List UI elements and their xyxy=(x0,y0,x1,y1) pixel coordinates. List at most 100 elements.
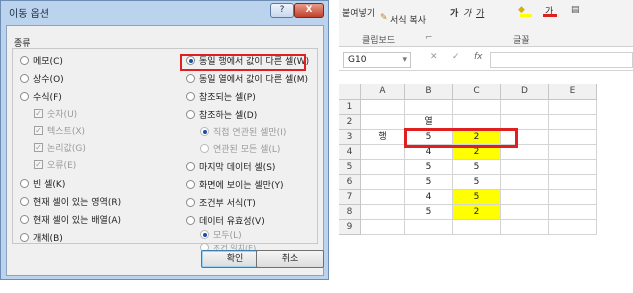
option-objects[interactable]: 개체(B) xyxy=(20,232,63,246)
cell-d1[interactable] xyxy=(501,100,549,115)
option-comments[interactable]: 메모(C) xyxy=(20,55,63,69)
row-header[interactable]: 9 xyxy=(339,220,361,235)
radio-icon xyxy=(20,215,29,224)
cell-c8[interactable]: 2 xyxy=(453,205,501,220)
cell-b1[interactable] xyxy=(405,100,453,115)
cell-a9[interactable] xyxy=(361,220,405,235)
cell-e1[interactable] xyxy=(549,100,597,115)
option-label: 화면에 보이는 셀만(Y) xyxy=(199,181,284,191)
row-header[interactable]: 5 xyxy=(339,160,361,175)
bold-button[interactable]: 가 xyxy=(450,6,458,19)
column-header[interactable]: C xyxy=(453,84,501,100)
select-all-corner[interactable] xyxy=(339,84,361,100)
cancel-button[interactable]: 취소 xyxy=(256,250,324,268)
cell-d7[interactable] xyxy=(501,190,549,205)
option-label: 모두(L) xyxy=(213,231,242,241)
row-header[interactable]: 8 xyxy=(339,205,361,220)
radio-icon xyxy=(186,110,195,119)
cell-c1[interactable] xyxy=(453,100,501,115)
row-header[interactable]: 7 xyxy=(339,190,361,205)
cell-a1[interactable] xyxy=(361,100,405,115)
option-precedents[interactable]: 참조되는 셀(P) xyxy=(186,91,256,105)
option-constants[interactable]: 상수(O) xyxy=(20,73,64,87)
cell-c5[interactable]: 5 xyxy=(453,160,501,175)
cell-c9[interactable] xyxy=(453,220,501,235)
paste-button[interactable]: 붙여넣기 xyxy=(342,6,375,19)
cancel-edit-icon[interactable]: ✕ xyxy=(430,52,438,62)
cell-d9[interactable] xyxy=(501,220,549,235)
cell-e3[interactable] xyxy=(549,130,597,145)
cell-d6[interactable] xyxy=(501,175,549,190)
cell-a7[interactable] xyxy=(361,190,405,205)
radio-icon xyxy=(200,144,209,153)
check-text[interactable]: ✓ 텍스트(X) xyxy=(34,125,85,139)
name-box[interactable]: G10 ▾ xyxy=(343,52,411,68)
cell-d5[interactable] xyxy=(501,160,549,175)
column-header[interactable]: A xyxy=(361,84,405,100)
enter-edit-icon[interactable]: ✓ xyxy=(452,52,460,62)
row-header[interactable]: 3 xyxy=(339,130,361,145)
option-direct-only[interactable]: 직접 연관된 셀만(I) xyxy=(200,126,286,140)
cell-a5[interactable] xyxy=(361,160,405,175)
clipboard-launcher-icon[interactable]: ⌐ xyxy=(425,33,433,43)
cell-e8[interactable] xyxy=(549,205,597,220)
cell-b8[interactable]: 5 xyxy=(405,205,453,220)
column-header[interactable]: B xyxy=(405,84,453,100)
row-header[interactable]: 4 xyxy=(339,145,361,160)
column-header[interactable]: D xyxy=(501,84,549,100)
cell-e6[interactable] xyxy=(549,175,597,190)
option-label: 메모(C) xyxy=(33,57,63,67)
cell-e5[interactable] xyxy=(549,160,597,175)
option-data-validation[interactable]: 데이터 유효성(V) xyxy=(186,215,265,229)
cell-b9[interactable] xyxy=(405,220,453,235)
option-conditional-formats[interactable]: 조건부 서식(T) xyxy=(186,197,256,211)
option-all-levels[interactable]: 연관된 모든 셀(L) xyxy=(200,143,280,157)
cell-a2[interactable] xyxy=(361,115,405,130)
cell-d8[interactable] xyxy=(501,205,549,220)
cell-e2[interactable] xyxy=(549,115,597,130)
formula-input[interactable] xyxy=(490,52,633,68)
format-painter-button[interactable]: 서식 복사 xyxy=(390,13,426,26)
cell-a6[interactable] xyxy=(361,175,405,190)
chevron-down-icon[interactable]: ▾ xyxy=(402,53,407,67)
cell-c6[interactable]: 5 xyxy=(453,175,501,190)
cell-a3[interactable]: 행 xyxy=(361,130,405,145)
option-column-differences[interactable]: 동일 열에서 값이 다른 셀(M) xyxy=(186,73,308,87)
option-all[interactable]: 모두(L) xyxy=(200,229,242,243)
underline-button[interactable]: 가 xyxy=(476,6,484,19)
option-label: 조건부 서식(T) xyxy=(199,199,256,209)
column-header[interactable]: E xyxy=(549,84,597,100)
radio-icon xyxy=(20,197,29,206)
option-current-array[interactable]: 현재 셀이 있는 배열(A) xyxy=(20,214,121,228)
close-button[interactable]: X xyxy=(294,3,324,18)
option-dependents[interactable]: 참조하는 셀(D) xyxy=(186,109,257,123)
italic-button[interactable]: 가 xyxy=(463,6,471,19)
cell-a8[interactable] xyxy=(361,205,405,220)
radio-icon xyxy=(186,92,195,101)
check-errors[interactable]: ✓ 오류(E) xyxy=(34,159,76,173)
help-button[interactable]: ? xyxy=(270,3,294,18)
option-visible-cells[interactable]: 화면에 보이는 셀만(Y) xyxy=(186,179,283,193)
option-formulas[interactable]: 수식(F) xyxy=(20,91,62,105)
option-current-region[interactable]: 현재 셀이 있는 영역(R) xyxy=(20,196,121,210)
cell-a4[interactable] xyxy=(361,145,405,160)
row-header[interactable]: 1 xyxy=(339,100,361,115)
option-blanks[interactable]: 빈 셀(K) xyxy=(20,178,65,192)
cell-b5[interactable]: 5 xyxy=(405,160,453,175)
option-last-cell[interactable]: 마지막 데이터 셀(S) xyxy=(186,161,275,175)
check-logicals[interactable]: ✓ 논리값(G) xyxy=(34,142,86,156)
check-numbers[interactable]: ✓ 숫자(U) xyxy=(34,108,77,122)
cell-e4[interactable] xyxy=(549,145,597,160)
cell-e9[interactable] xyxy=(549,220,597,235)
row-header[interactable]: 2 xyxy=(339,115,361,130)
cell-e7[interactable] xyxy=(549,190,597,205)
cell-b6[interactable]: 5 xyxy=(405,175,453,190)
row-header[interactable]: 6 xyxy=(339,175,361,190)
insert-function-icon[interactable]: fx xyxy=(474,52,483,62)
option-label: 오류(E) xyxy=(47,161,77,171)
annotation-highlight-box xyxy=(404,128,518,148)
radio-selected-icon xyxy=(200,127,209,136)
cell-b7[interactable]: 4 xyxy=(405,190,453,205)
phonetic-icon[interactable]: ▤ xyxy=(571,5,580,15)
cell-c7[interactable]: 5 xyxy=(453,190,501,205)
